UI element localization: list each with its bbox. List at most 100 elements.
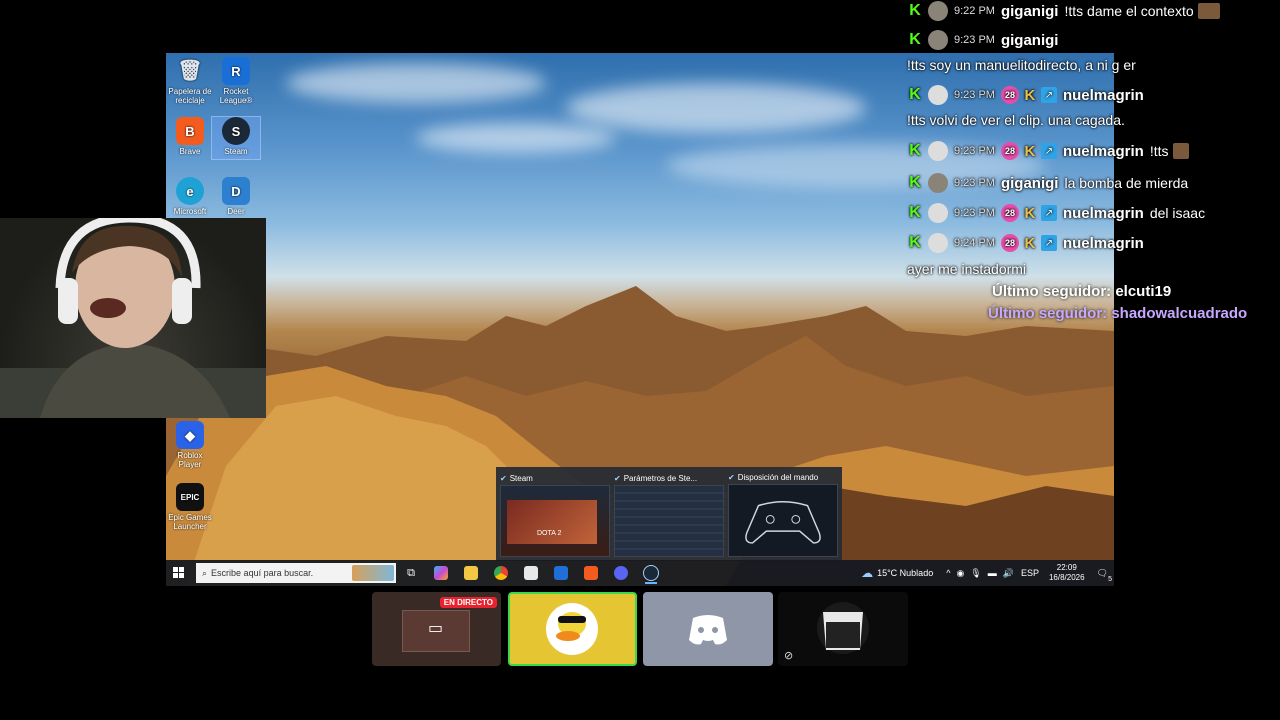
taskbar-previews: ✔ Steam DOTA 2 ✔ Parámetros de Ste... ✔ Dis… bbox=[496, 467, 842, 561]
blue-badge-icon: ↗ bbox=[1040, 235, 1057, 251]
icon-label: Rocket League® bbox=[219, 87, 253, 105]
notification-count: 5 bbox=[1108, 575, 1112, 583]
participant-tile-discord[interactable] bbox=[643, 592, 773, 666]
clock[interactable]: 22:09 16/8/2026 bbox=[1049, 563, 1085, 583]
participant-tile-cup[interactable]: ⊘ bbox=[778, 592, 908, 666]
emote-icon bbox=[1172, 143, 1189, 159]
participant-tile-duck[interactable] bbox=[508, 592, 637, 666]
weather-text[interactable]: 15°C Nublado bbox=[877, 568, 933, 578]
message-text: !tts bbox=[1149, 143, 1169, 159]
kick-badge-icon: K bbox=[909, 86, 921, 103]
message-time: 9:23 PM bbox=[954, 34, 995, 46]
subscriber-badge: 28 bbox=[1000, 142, 1019, 160]
avatar bbox=[928, 233, 948, 253]
roblox-icon[interactable]: ◆ Roblox Player bbox=[166, 421, 214, 469]
recycle-bin-icon[interactable]: 🗑 Papelera de reciclaje bbox=[166, 57, 214, 106]
preview-steam-settings[interactable]: ✔ Parámetros de Ste... bbox=[614, 471, 724, 557]
cloud bbox=[566, 83, 866, 133]
brave-icon[interactable] bbox=[580, 562, 602, 584]
latest-follower: Último seguidor: elcuti19 bbox=[992, 283, 1172, 300]
steam-icon: ✔ bbox=[500, 473, 507, 483]
message-time: 9:22 PM bbox=[954, 5, 995, 17]
subscriber-badge: 28 bbox=[1000, 86, 1019, 104]
webcam-icon[interactable]: ◉ bbox=[956, 568, 964, 579]
chat-message: K 9:22 PM giganigi !tts dame el contexto bbox=[900, 1, 1220, 21]
username[interactable]: nuelmagrin bbox=[1063, 235, 1144, 252]
chat-message: K 9:23 PM giganigi la bomba de mierda bbox=[900, 173, 1188, 193]
monitor-icon: ▭ bbox=[428, 618, 444, 637]
search-icon: ⌕ bbox=[202, 567, 208, 578]
brave-icon[interactable]: B Brave bbox=[166, 117, 214, 156]
store-icon[interactable] bbox=[520, 562, 542, 584]
avatar bbox=[928, 173, 948, 193]
discord-logo-icon bbox=[689, 615, 727, 645]
edge-icon[interactable]: e Microsoft bbox=[166, 177, 214, 216]
chat-message-text: ayer me instadormi bbox=[907, 261, 1026, 277]
message-text: ayer me instadormi bbox=[907, 261, 1027, 277]
username[interactable]: nuelmagrin bbox=[1063, 87, 1144, 104]
chrome-icon[interactable] bbox=[490, 562, 512, 584]
network-icon[interactable]: ▬ bbox=[988, 568, 997, 578]
streamer-silhouette bbox=[0, 218, 266, 418]
message-time: 9:24 PM bbox=[954, 237, 995, 249]
live-badge: EN DIRECTO bbox=[439, 597, 497, 608]
message-text: del isaac bbox=[1149, 205, 1206, 221]
chat-message: K 9:24 PM 28 K ↗ nuelmagrin bbox=[900, 233, 1150, 253]
mail-icon[interactable] bbox=[550, 562, 572, 584]
chat-message-text: !tts soy un manuelitodirecto, a ni g er bbox=[907, 57, 1136, 73]
icon-label: Deer bbox=[227, 207, 245, 216]
windows-start-icon[interactable] bbox=[168, 562, 190, 584]
emote-icon bbox=[1197, 3, 1220, 19]
taskbar-search[interactable]: ⌕ Escribe aquí para buscar. bbox=[196, 563, 396, 583]
icon-label: Roblox Player bbox=[177, 451, 203, 469]
copilot-icon[interactable] bbox=[430, 562, 452, 584]
avatar bbox=[928, 141, 948, 161]
epic-games-icon[interactable]: EPIC Epic Games Launcher bbox=[166, 483, 214, 531]
taskbar: ⌕ Escribe aquí para buscar. ⧉ ☁ 15°C Nub… bbox=[166, 560, 1114, 586]
avatar bbox=[928, 30, 948, 50]
chevron-up-icon[interactable]: ^ bbox=[946, 568, 950, 578]
cloud-icon: ☁ bbox=[861, 566, 874, 580]
username[interactable]: giganigi bbox=[1001, 175, 1059, 192]
preview-steam[interactable]: ✔ Steam DOTA 2 bbox=[500, 471, 610, 557]
blue-badge-icon: ↗ bbox=[1040, 87, 1057, 103]
avatar bbox=[928, 85, 948, 105]
blue-badge-icon: ↗ bbox=[1040, 205, 1057, 221]
microphone-icon[interactable]: 🎙 bbox=[970, 568, 981, 579]
username[interactable]: nuelmagrin bbox=[1063, 205, 1144, 222]
username[interactable]: giganigi bbox=[1001, 3, 1059, 20]
username[interactable]: nuelmagrin bbox=[1063, 143, 1144, 160]
preview-controller-layout[interactable]: ✔ Disposición del mando bbox=[728, 471, 838, 557]
icon-label: Microsoft bbox=[173, 207, 207, 216]
subscriber-badge: 28 bbox=[1000, 204, 1019, 222]
steam-icon: ✔ bbox=[614, 473, 621, 483]
message-text: la bomba de mierda bbox=[1064, 175, 1189, 191]
message-text: !tts dame el contexto bbox=[1064, 3, 1194, 19]
icon-label: Steam bbox=[224, 147, 248, 156]
deer-icon[interactable]: D Deer bbox=[212, 177, 260, 216]
discord-icon[interactable] bbox=[610, 562, 632, 584]
screen-share-tile[interactable]: ▭ EN DIRECTO bbox=[372, 592, 501, 666]
language-indicator[interactable]: ESP bbox=[1021, 568, 1039, 578]
message-time: 9:23 PM bbox=[954, 177, 995, 189]
task-view-icon[interactable]: ⧉ bbox=[400, 562, 422, 584]
cup-avatar-icon bbox=[817, 602, 869, 654]
preview-title: Parámetros de Ste... bbox=[623, 473, 698, 483]
chat-message: K 9:23 PM 28 K ↗ nuelmagrin !tts bbox=[900, 141, 1189, 161]
desktop-capture: 🗑 Papelera de reciclaje R Rocket League®… bbox=[166, 53, 1114, 586]
cloud bbox=[286, 63, 546, 103]
steam-icon: ✔ bbox=[728, 473, 735, 483]
username[interactable]: giganigi bbox=[1001, 32, 1059, 49]
volume-icon[interactable]: 🔊 bbox=[1003, 568, 1014, 579]
chat-message-text: !tts volvi de ver el clip. una cagada. bbox=[907, 112, 1125, 128]
clock-time: 22:09 bbox=[1056, 563, 1077, 572]
steam-icon[interactable] bbox=[640, 562, 662, 584]
steam-icon[interactable]: S Steam bbox=[211, 116, 261, 160]
search-highlight-image bbox=[352, 565, 394, 581]
notification-icon[interactable]: 🗨 5 bbox=[1097, 568, 1112, 583]
file-explorer-icon[interactable] bbox=[460, 562, 482, 584]
chat-message: K 9:23 PM giganigi bbox=[900, 30, 1064, 50]
message-time: 9:23 PM bbox=[954, 145, 995, 157]
rocket-league-icon[interactable]: R Rocket League® bbox=[212, 57, 260, 105]
preview-title: Disposición del mando bbox=[737, 473, 819, 483]
